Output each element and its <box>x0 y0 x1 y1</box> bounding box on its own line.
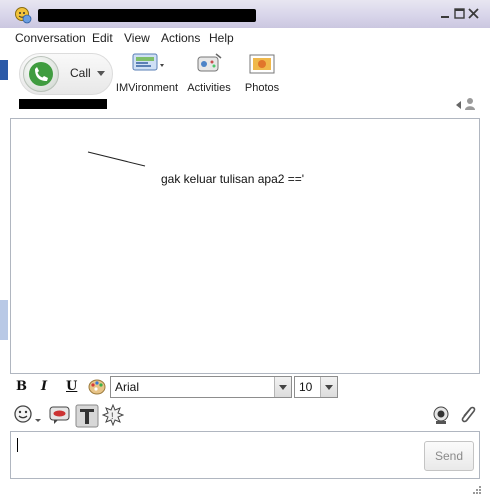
activities-button[interactable]: Activities <box>186 52 232 94</box>
format-bar: B I U Arial 10 <box>10 375 480 399</box>
imvironment-icon <box>132 53 164 71</box>
close-icon[interactable] <box>468 8 479 19</box>
buzz-icon[interactable]: ! <box>102 404 124 426</box>
annotation-line <box>87 151 146 167</box>
svg-text:!: ! <box>111 411 114 421</box>
message-input[interactable] <box>10 431 480 479</box>
menu-view[interactable]: View <box>124 29 150 47</box>
title-bar[interactable] <box>0 0 490 28</box>
imvironment-label: IMVironment <box>115 82 179 94</box>
toolbar: Call IMVironment Activities Photos <box>10 50 480 96</box>
annotation-text: gak keluar tulisan apa2 ==' <box>161 172 305 186</box>
text-caret <box>17 438 18 452</box>
size-dropdown-button[interactable] <box>320 377 337 397</box>
chevron-left-icon[interactable] <box>456 101 461 109</box>
phone-icon <box>23 56 59 92</box>
chevron-down-icon[interactable] <box>97 71 105 76</box>
contact-row <box>10 96 480 114</box>
font-family-value: Arial <box>115 380 140 394</box>
chevron-down-icon <box>325 385 333 390</box>
audible-icon[interactable] <box>48 404 72 426</box>
menu-help[interactable]: Help <box>209 29 234 47</box>
imvironment-button[interactable]: IMVironment <box>112 52 182 94</box>
photos-button[interactable]: Photos <box>242 52 282 94</box>
resize-grip-icon[interactable] <box>470 483 482 495</box>
activities-label: Activities <box>187 82 231 94</box>
menu-conversation[interactable]: Conversation <box>15 29 86 47</box>
chat-window: Conversation Edit View Actions Help Call <box>0 0 490 502</box>
photos-icon <box>249 54 275 74</box>
contact-name-redacted <box>19 99 107 109</box>
emoticon-icon[interactable] <box>13 404 43 426</box>
font-size-value: 10 <box>299 380 313 394</box>
window-title-redacted <box>38 9 256 22</box>
bold-button[interactable]: B <box>16 379 27 394</box>
text-style-icon[interactable] <box>75 404 99 428</box>
menu-edit[interactable]: Edit <box>92 29 113 47</box>
person-icon[interactable] <box>464 97 476 111</box>
underline-button[interactable]: U <box>66 379 77 394</box>
attachment-icon[interactable] <box>456 404 478 426</box>
font-family-select[interactable]: Arial <box>110 376 292 398</box>
chevron-down-icon <box>279 385 287 390</box>
messenger-app-icon <box>15 7 32 24</box>
send-button[interactable]: Send <box>424 441 474 471</box>
maximize-icon[interactable] <box>454 8 465 19</box>
minimize-icon[interactable] <box>440 8 451 19</box>
tools-row: ! <box>10 402 480 430</box>
call-button[interactable]: Call <box>19 53 113 95</box>
font-size-select[interactable]: 10 <box>294 376 338 398</box>
activities-icon <box>197 53 222 72</box>
photos-label: Photos <box>244 82 280 94</box>
color-palette-icon[interactable] <box>88 378 106 396</box>
font-dropdown-button[interactable] <box>274 377 291 397</box>
menu-actions[interactable]: Actions <box>161 29 200 47</box>
italic-button[interactable]: I <box>41 379 47 394</box>
conversation-area[interactable]: gak keluar tulisan apa2 ==' <box>10 118 480 374</box>
webcam-icon[interactable] <box>430 404 452 426</box>
call-label: Call <box>70 66 91 80</box>
